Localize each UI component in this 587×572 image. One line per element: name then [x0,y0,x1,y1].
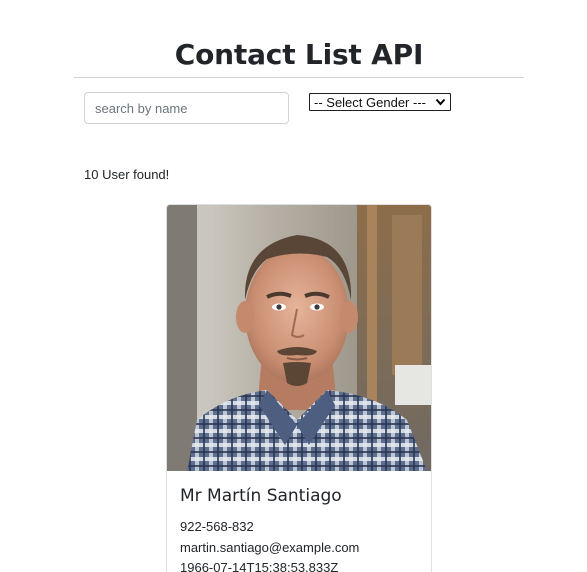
title-divider [74,77,524,78]
results-count: 10 User found! [84,167,170,182]
contact-card: Mr Martín Santiago 922-568-832 martin.sa… [166,204,432,572]
chevron-down-icon [435,98,446,106]
contact-phone: 922-568-832 [180,519,254,534]
contact-name: Mr Martín Santiago [180,486,342,506]
contact-photo [167,205,431,471]
search-input[interactable] [84,92,289,124]
gender-select[interactable]: -- Select Gender --- [309,93,451,111]
contact-email: martin.santiago@example.com [180,540,360,555]
gender-select-value: -- Select Gender --- [314,94,426,110]
contact-dob: 1966-07-14T15:38:53.833Z [180,560,339,572]
contact-list-page: Contact List API -- Select Gender --- 10… [0,0,587,572]
page-title: Contact List API [174,38,424,71]
